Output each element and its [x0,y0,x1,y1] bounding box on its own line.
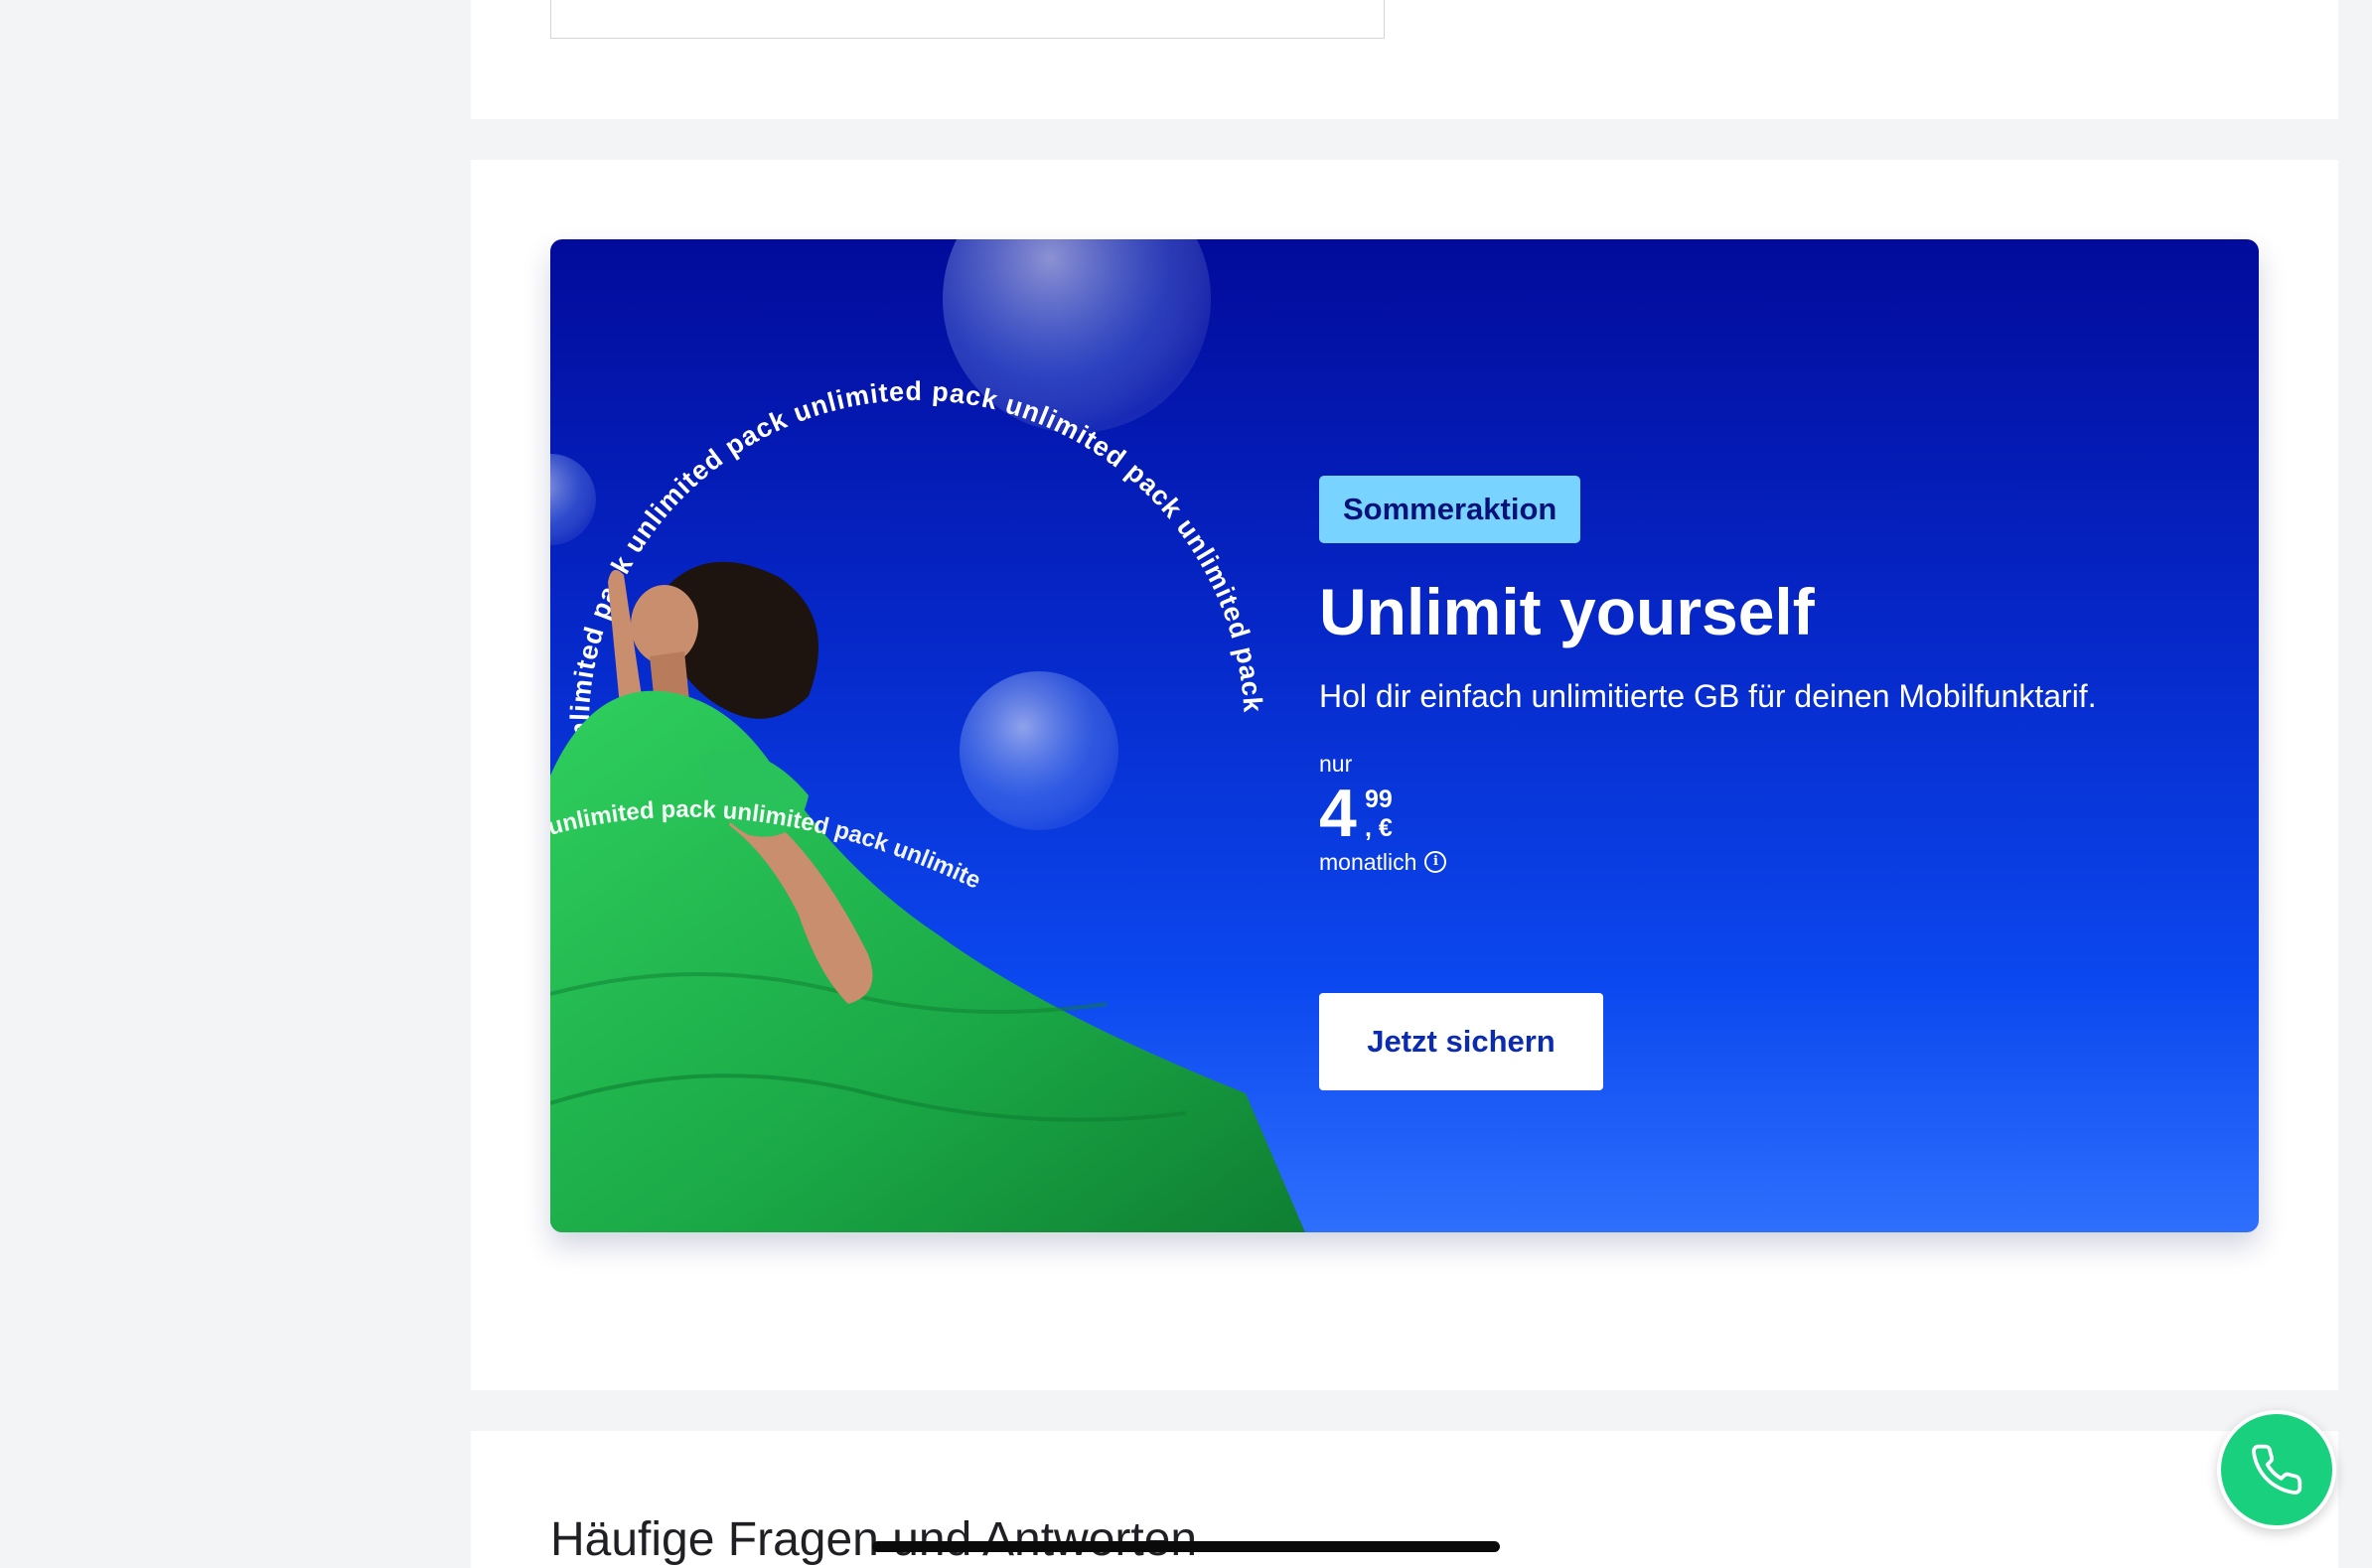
promo-banner: unlimited pack unlimited pack unlimited … [550,239,2259,1232]
price-cents: 99 [1365,785,1393,813]
promo-badge: Sommeraktion [1319,476,1581,543]
price-currency: , € [1365,814,1393,842]
promo-image: unlimited pack unlimited pack unlimited … [550,239,1305,1232]
previous-section [471,0,2338,119]
home-indicator [872,1541,1500,1552]
faq-title: Häufige Fragen und Antworten [550,1513,1198,1566]
page: unlimited pack unlimited pack unlimited … [0,0,2372,1568]
promo-section: unlimited pack unlimited pack unlimited … [471,160,2338,1390]
price-prefix: nur [1319,751,1353,777]
bubble-middle [960,671,1118,830]
promo-headline: Unlimit yourself [1319,575,1815,648]
bubble-left [550,454,596,545]
cta-button[interactable]: Jetzt sichern [1319,993,1603,1090]
price-suffix-label: monatlich [1319,849,1417,875]
text-input-bottom-edge[interactable] [550,0,1385,39]
promo-description: Hol dir einfach unlimitierte GB für dein… [1319,678,2097,714]
phone-icon [2252,1444,2302,1495]
price-main: 4 [1319,776,1357,851]
info-icon[interactable]: i [1424,851,1447,873]
price-suffix: monatlich i [1319,847,1447,877]
woman-in-green-dress-icon [550,561,1305,1232]
call-button[interactable] [2217,1410,2336,1529]
